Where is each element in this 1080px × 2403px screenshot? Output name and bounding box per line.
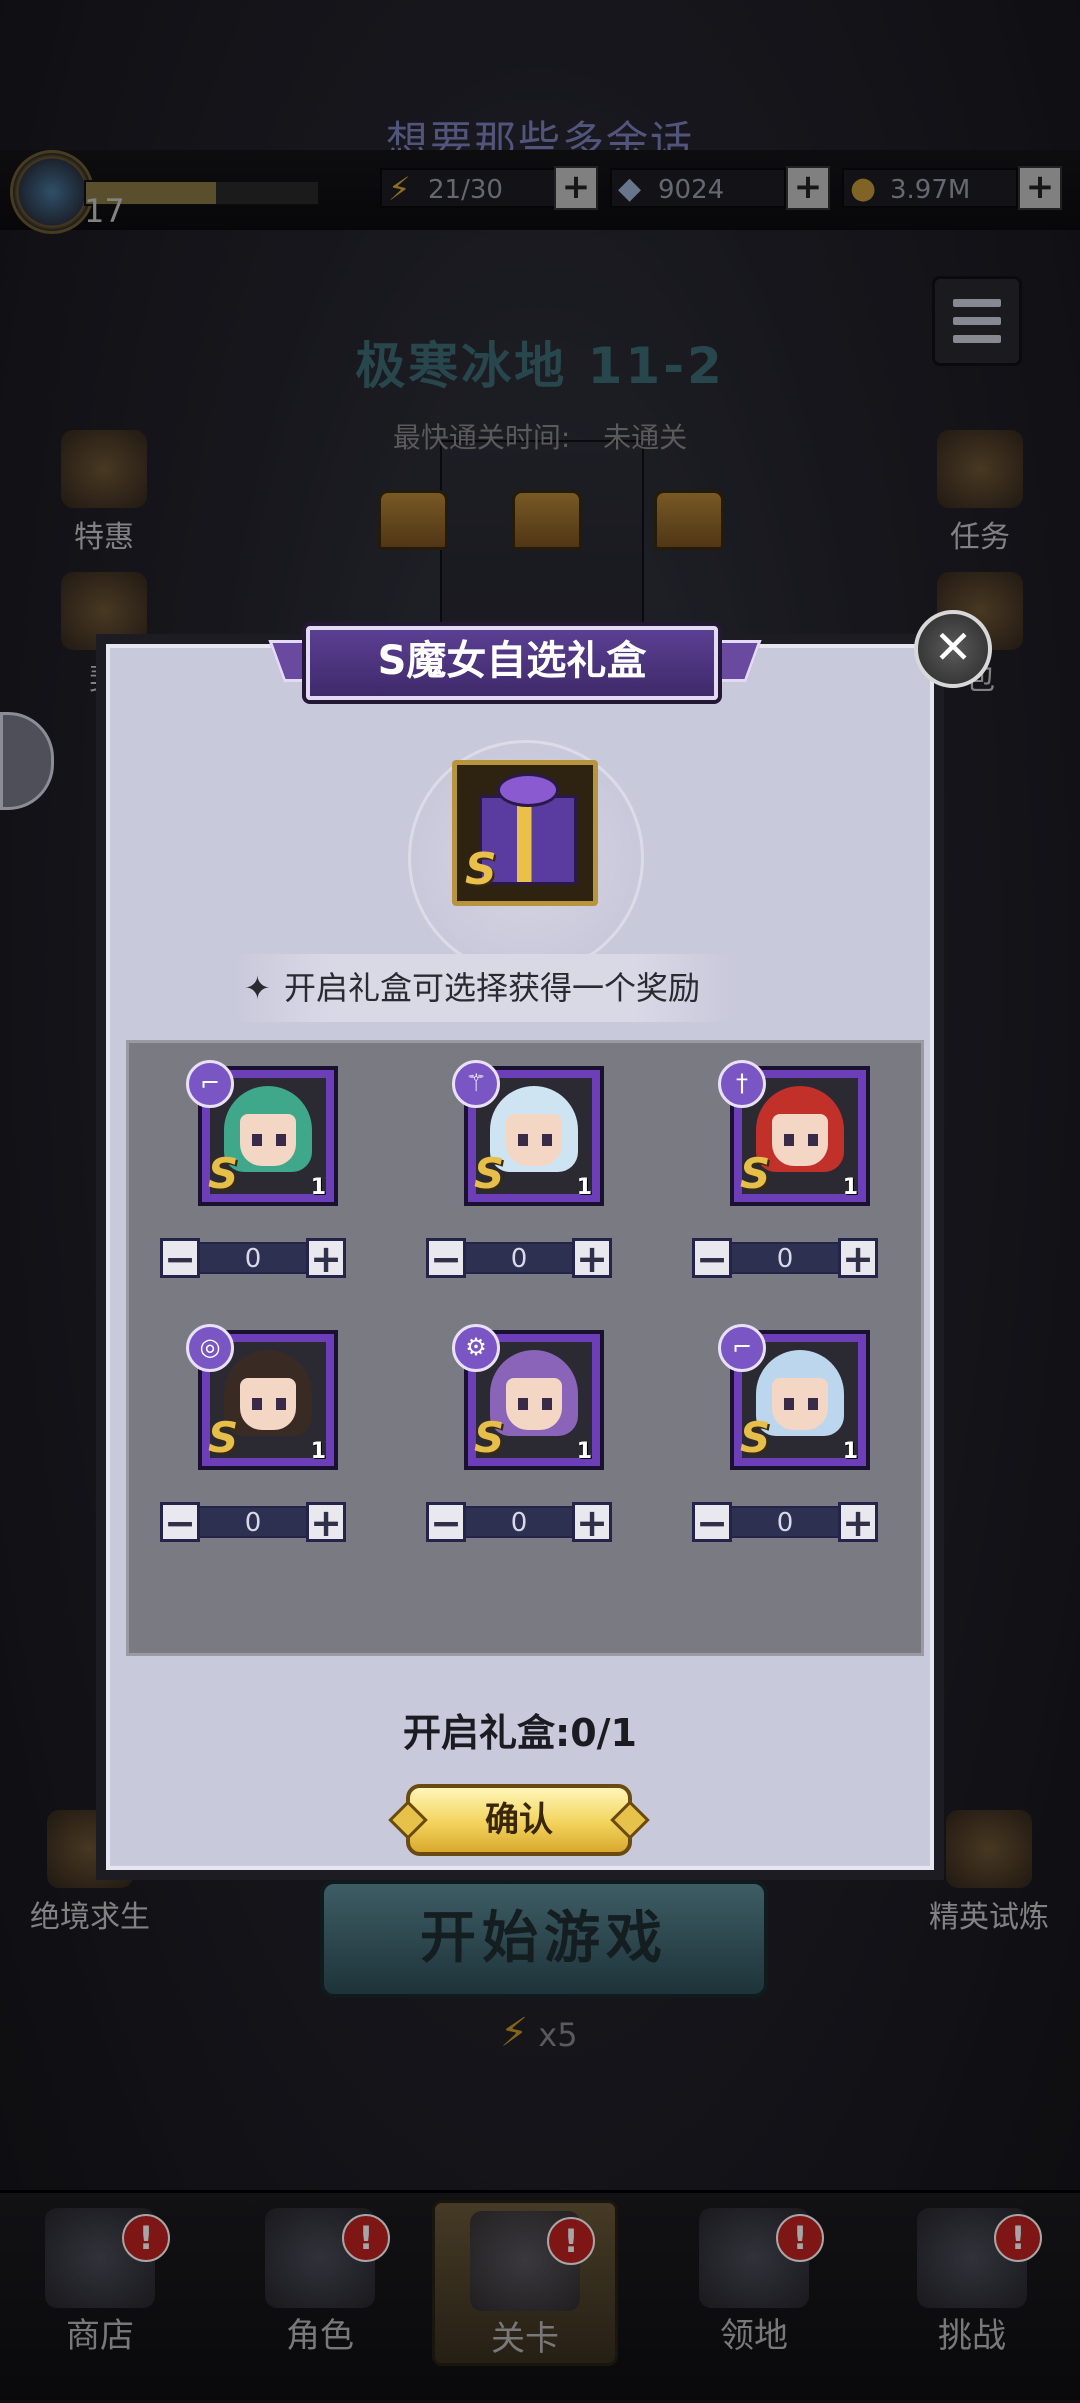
- gift-grade: S: [465, 844, 497, 895]
- item-count: 1: [842, 1439, 858, 1464]
- rifle-icon: ⌐: [718, 1324, 766, 1372]
- grade-mark: S: [740, 1413, 771, 1462]
- quantity-stepper: −0 +: [160, 1502, 346, 1542]
- increase-button[interactable]: +: [572, 1238, 612, 1278]
- quantity-stepper: −0 +: [160, 1238, 346, 1278]
- gift-box-icon: S: [452, 760, 598, 906]
- increase-button[interactable]: +: [306, 1502, 346, 1542]
- reward-card[interactable]: S 1 ⌐ −0 +: [160, 1060, 360, 1296]
- staff-icon: ⚚: [452, 1060, 500, 1108]
- grade-mark: S: [208, 1149, 239, 1198]
- grade-mark: S: [474, 1149, 505, 1198]
- dialog-title: S魔女自选礼盒: [306, 626, 718, 700]
- reward-card[interactable]: S 1 ⚙ −0 +: [426, 1324, 626, 1560]
- character-face: [772, 1378, 828, 1430]
- character-face: [240, 1114, 296, 1166]
- decrease-button[interactable]: −: [426, 1502, 466, 1542]
- decrease-button[interactable]: −: [160, 1502, 200, 1542]
- quantity-stepper: −0 +: [426, 1238, 612, 1278]
- quantity-value: 0: [730, 1242, 840, 1274]
- item-count: 1: [842, 1175, 858, 1200]
- increase-button[interactable]: +: [572, 1502, 612, 1542]
- quantity-stepper: −0 +: [692, 1238, 878, 1278]
- quantity-stepper: −0 +: [692, 1502, 878, 1542]
- quantity-value: 0: [198, 1242, 308, 1274]
- decrease-button[interactable]: −: [692, 1238, 732, 1278]
- character-face: [772, 1114, 828, 1166]
- grade-mark: S: [740, 1149, 771, 1198]
- sparkle-icon: ✦: [244, 969, 271, 1007]
- decrease-button[interactable]: −: [426, 1238, 466, 1278]
- close-icon[interactable]: ✕: [914, 610, 992, 688]
- item-count: 1: [576, 1439, 592, 1464]
- decrease-button[interactable]: −: [692, 1502, 732, 1542]
- gear-icon: ⚙: [452, 1324, 500, 1372]
- sword-icon: †: [718, 1060, 766, 1108]
- character-face: [506, 1114, 562, 1166]
- character-face: [506, 1378, 562, 1430]
- reward-card[interactable]: S 1 ⌐ −0 +: [692, 1324, 892, 1560]
- reward-card[interactable]: S 1 † −0 +: [692, 1060, 892, 1296]
- increase-button[interactable]: +: [306, 1238, 346, 1278]
- reward-card[interactable]: S 1 ◎ −0 +: [160, 1324, 360, 1560]
- item-count: 1: [576, 1175, 592, 1200]
- quantity-value: 0: [464, 1506, 574, 1538]
- reward-card[interactable]: S 1 ⚚ −0 +: [426, 1060, 626, 1296]
- quantity-stepper: −0 +: [426, 1502, 612, 1542]
- decrease-button[interactable]: −: [160, 1238, 200, 1278]
- quantity-value: 0: [730, 1506, 840, 1538]
- grade-mark: S: [208, 1413, 239, 1462]
- item-count: 1: [310, 1439, 326, 1464]
- selection-hint: ✦ 开启礼盒可选择获得一个奖励: [236, 954, 731, 1022]
- swirl-icon: ◎: [186, 1324, 234, 1372]
- grade-mark: S: [474, 1413, 505, 1462]
- confirm-button[interactable]: 确认: [406, 1784, 632, 1856]
- character-face: [240, 1378, 296, 1430]
- quantity-value: 0: [198, 1506, 308, 1538]
- increase-button[interactable]: +: [838, 1502, 878, 1542]
- item-count: 1: [310, 1175, 326, 1200]
- quantity-value: 0: [464, 1242, 574, 1274]
- rifle-icon: ⌐: [186, 1060, 234, 1108]
- increase-button[interactable]: +: [838, 1238, 878, 1278]
- open-progress: 开启礼盒:0/1: [403, 1711, 637, 1755]
